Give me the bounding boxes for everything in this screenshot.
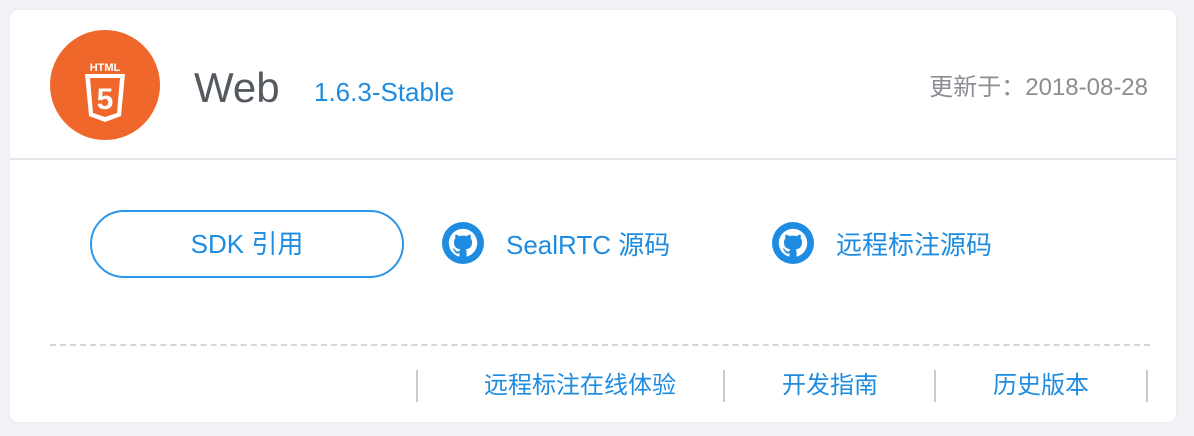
footer-links: 远程标注在线体验 开发指南 历史版本 <box>10 366 1176 406</box>
github-icon <box>442 222 484 264</box>
sdk-reference-button[interactable]: SDK 引用 <box>90 210 404 278</box>
logo-digit: 5 <box>97 83 114 116</box>
card-header: HTML 5 Web 1.6.3-Stable 更新于：2018-08-28 <box>10 10 1176 160</box>
platform-title: Web <box>194 64 280 111</box>
updated-date: 2018-08-28 <box>1025 74 1148 101</box>
link-separator <box>416 370 418 402</box>
updated-info: 更新于：2018-08-28 <box>929 72 1148 104</box>
github-icon <box>772 222 814 264</box>
sealrtc-source-link[interactable]: SealRTC 源码 <box>442 220 670 266</box>
html5-logo-icon: HTML 5 <box>50 30 160 140</box>
version-history-link[interactable]: 历史版本 <box>936 366 1146 406</box>
remote-annotation-source-link[interactable]: 远程标注源码 <box>772 220 992 266</box>
remote-annotation-demo-link[interactable]: 远程标注在线体验 <box>430 366 730 406</box>
section-divider <box>50 344 1150 346</box>
logo-text: HTML <box>90 62 121 74</box>
dev-guide-link[interactable]: 开发指南 <box>725 366 935 406</box>
updated-label: 更新于： <box>929 74 1026 101</box>
sealrtc-source-label: SealRTC 源码 <box>506 229 671 260</box>
sdk-card: HTML 5 Web 1.6.3-Stable 更新于：2018-08-28 S… <box>10 10 1176 422</box>
version-label: 1.6.3-Stable <box>314 77 455 107</box>
remote-annotation-source-label: 远程标注源码 <box>836 229 993 260</box>
link-separator <box>1146 370 1148 402</box>
